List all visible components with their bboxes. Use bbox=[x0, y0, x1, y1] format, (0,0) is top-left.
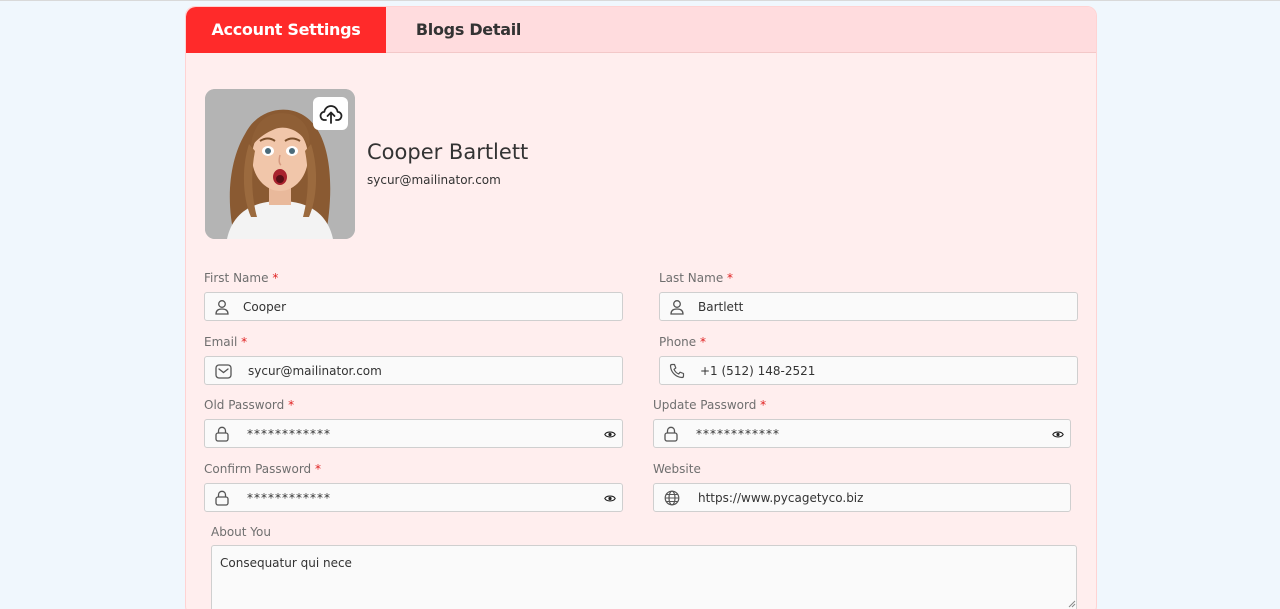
old-password-field[interactable] bbox=[204, 419, 623, 448]
eye-icon[interactable] bbox=[604, 429, 616, 439]
website-label: Website bbox=[653, 462, 701, 476]
about-textarea[interactable]: Consequatur qui nece bbox=[211, 545, 1077, 609]
first-name-field[interactable] bbox=[204, 292, 623, 321]
phone-field[interactable] bbox=[659, 356, 1078, 385]
email-input[interactable] bbox=[248, 357, 608, 384]
lock-icon bbox=[213, 426, 231, 442]
confirm-password-label: Confirm Password * bbox=[204, 462, 321, 476]
profile-email: sycur@mailinator.com bbox=[367, 173, 501, 187]
about-label: About You bbox=[211, 525, 271, 539]
tab-bar: Account Settings Blogs Detail bbox=[186, 7, 1096, 53]
phone-input[interactable] bbox=[700, 357, 1060, 384]
email-label: Email * bbox=[204, 335, 248, 349]
last-name-input[interactable] bbox=[698, 293, 1068, 320]
tab-account-settings[interactable]: Account Settings bbox=[186, 7, 386, 53]
website-input[interactable] bbox=[698, 484, 1058, 511]
lock-icon bbox=[662, 426, 680, 442]
eye-icon[interactable] bbox=[1052, 429, 1064, 439]
website-field[interactable] bbox=[653, 483, 1071, 512]
first-name-input[interactable] bbox=[243, 293, 613, 320]
globe-icon bbox=[663, 490, 681, 506]
confirm-password-input[interactable] bbox=[247, 484, 587, 511]
upload-avatar-button[interactable] bbox=[313, 97, 348, 130]
update-password-input[interactable] bbox=[696, 420, 1036, 447]
old-password-label: Old Password * bbox=[204, 398, 295, 412]
first-name-label: First Name * bbox=[204, 271, 279, 285]
last-name-field[interactable] bbox=[659, 292, 1078, 321]
cloud-upload-icon bbox=[319, 104, 342, 124]
email-field[interactable] bbox=[204, 356, 623, 385]
resize-grip-icon[interactable] bbox=[1066, 598, 1076, 608]
user-icon bbox=[213, 299, 231, 315]
update-password-label: Update Password * bbox=[653, 398, 767, 412]
mail-icon bbox=[214, 363, 232, 379]
profile-name: Cooper Bartlett bbox=[367, 140, 529, 164]
top-border bbox=[0, 0, 1280, 1]
lock-icon bbox=[213, 490, 231, 506]
old-password-input[interactable] bbox=[247, 420, 587, 447]
last-name-label: Last Name * bbox=[659, 271, 734, 285]
update-password-field[interactable] bbox=[653, 419, 1071, 448]
phone-icon bbox=[668, 363, 686, 379]
tab-blogs-detail[interactable]: Blogs Detail bbox=[386, 7, 551, 53]
confirm-password-field[interactable] bbox=[204, 483, 623, 512]
eye-icon[interactable] bbox=[604, 493, 616, 503]
user-icon bbox=[668, 299, 686, 315]
phone-label: Phone * bbox=[659, 335, 706, 349]
